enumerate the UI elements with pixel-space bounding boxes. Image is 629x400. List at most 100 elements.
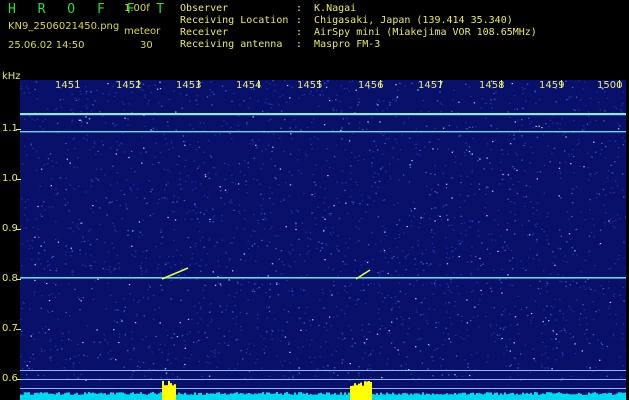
noise-speck [387,272,389,275]
noise-speck [235,339,237,341]
noise-speck [536,254,538,256]
noise-speck [368,364,371,366]
noise-speck [128,156,130,159]
spectrum-bar [168,380,170,400]
noise-speck [31,368,33,370]
noise-speck [593,141,595,143]
noise-speck [315,247,318,249]
noise-speck [403,232,405,234]
noise-speck [540,364,543,366]
noise-speck [26,240,29,242]
noise-speck [364,352,366,354]
noise-speck [237,129,240,131]
noise-speck [208,177,211,179]
noise-speck [82,296,84,299]
noise-speck [466,299,468,301]
noise-speck [131,245,133,247]
noise-speck [460,134,462,136]
noise-speck [363,336,365,338]
noise-speck [79,249,81,251]
noise-speck [125,203,127,205]
noise-speck [382,166,384,168]
noise-speck [72,231,74,233]
noise-speck [376,333,379,335]
spectrum-bar [62,394,64,400]
noise-speck [574,109,576,111]
noise-speck [268,83,271,85]
noise-speck [380,240,382,242]
noise-speck [332,129,334,131]
noise-speck [247,299,249,301]
noise-speck [102,267,104,270]
noise-speck [37,228,39,230]
spectrum-bar [564,394,566,400]
noise-speck [371,116,373,118]
noise-speck [195,181,197,183]
noise-speck [283,375,285,377]
noise-speck [557,247,559,249]
noise-speck [418,338,421,340]
noise-speck [72,138,74,140]
spectrum-bar [20,394,22,400]
noise-speck [155,142,157,144]
noise-speck [319,299,321,301]
noise-speck [45,326,47,328]
noise-speck [612,333,615,335]
noise-speck [367,196,370,198]
noise-speck [570,238,572,240]
noise-speck [530,319,532,321]
noise-speck [470,153,472,155]
spectrum-bar [106,394,108,400]
spectrum-bar [74,393,76,400]
noise-speck [377,292,380,294]
noise-speck [249,143,251,145]
noise-speck [311,212,313,214]
noise-speck [166,377,169,379]
noise-speck [218,265,220,267]
noise-speck [214,352,216,354]
noise-speck [156,88,159,90]
noise-speck [112,357,114,359]
noise-speck [473,306,475,308]
noise-speck [379,352,381,354]
noise-speck [111,242,113,244]
noise-speck [430,231,432,233]
noise-speck [363,289,366,291]
noise-speck [86,139,88,141]
spectrum-bar [530,392,532,400]
spectrum-bar [94,393,96,400]
noise-speck [535,209,538,211]
noise-speck [421,253,424,255]
noise-speck [225,251,227,253]
noise-speck [168,256,170,258]
noise-speck [255,362,257,364]
noise-speck [504,241,506,243]
noise-speck [210,321,212,323]
noise-speck [76,223,79,225]
noise-speck [297,210,299,212]
noise-speck [226,305,228,307]
noise-speck [507,247,510,249]
noise-speck [568,305,570,307]
spectrum-bar [532,394,534,400]
noise-speck [568,97,570,100]
noise-speck [166,121,169,123]
spectrum-bar [268,392,270,400]
noise-speck [509,116,511,119]
spectrum-bar [524,393,526,400]
noise-speck [191,218,193,220]
noise-speck [389,332,391,334]
noise-speck [576,282,578,284]
noise-speck [34,236,36,238]
noise-speck [292,375,294,377]
noise-speck [236,281,238,283]
noise-speck [586,323,588,325]
noise-speck [471,169,473,171]
noise-speck [582,88,585,90]
noise-speck [335,109,338,111]
noise-speck [622,286,625,288]
noise-speck [188,210,191,212]
noise-speck [57,241,60,243]
noise-speck [196,206,198,208]
noise-speck [411,82,413,84]
